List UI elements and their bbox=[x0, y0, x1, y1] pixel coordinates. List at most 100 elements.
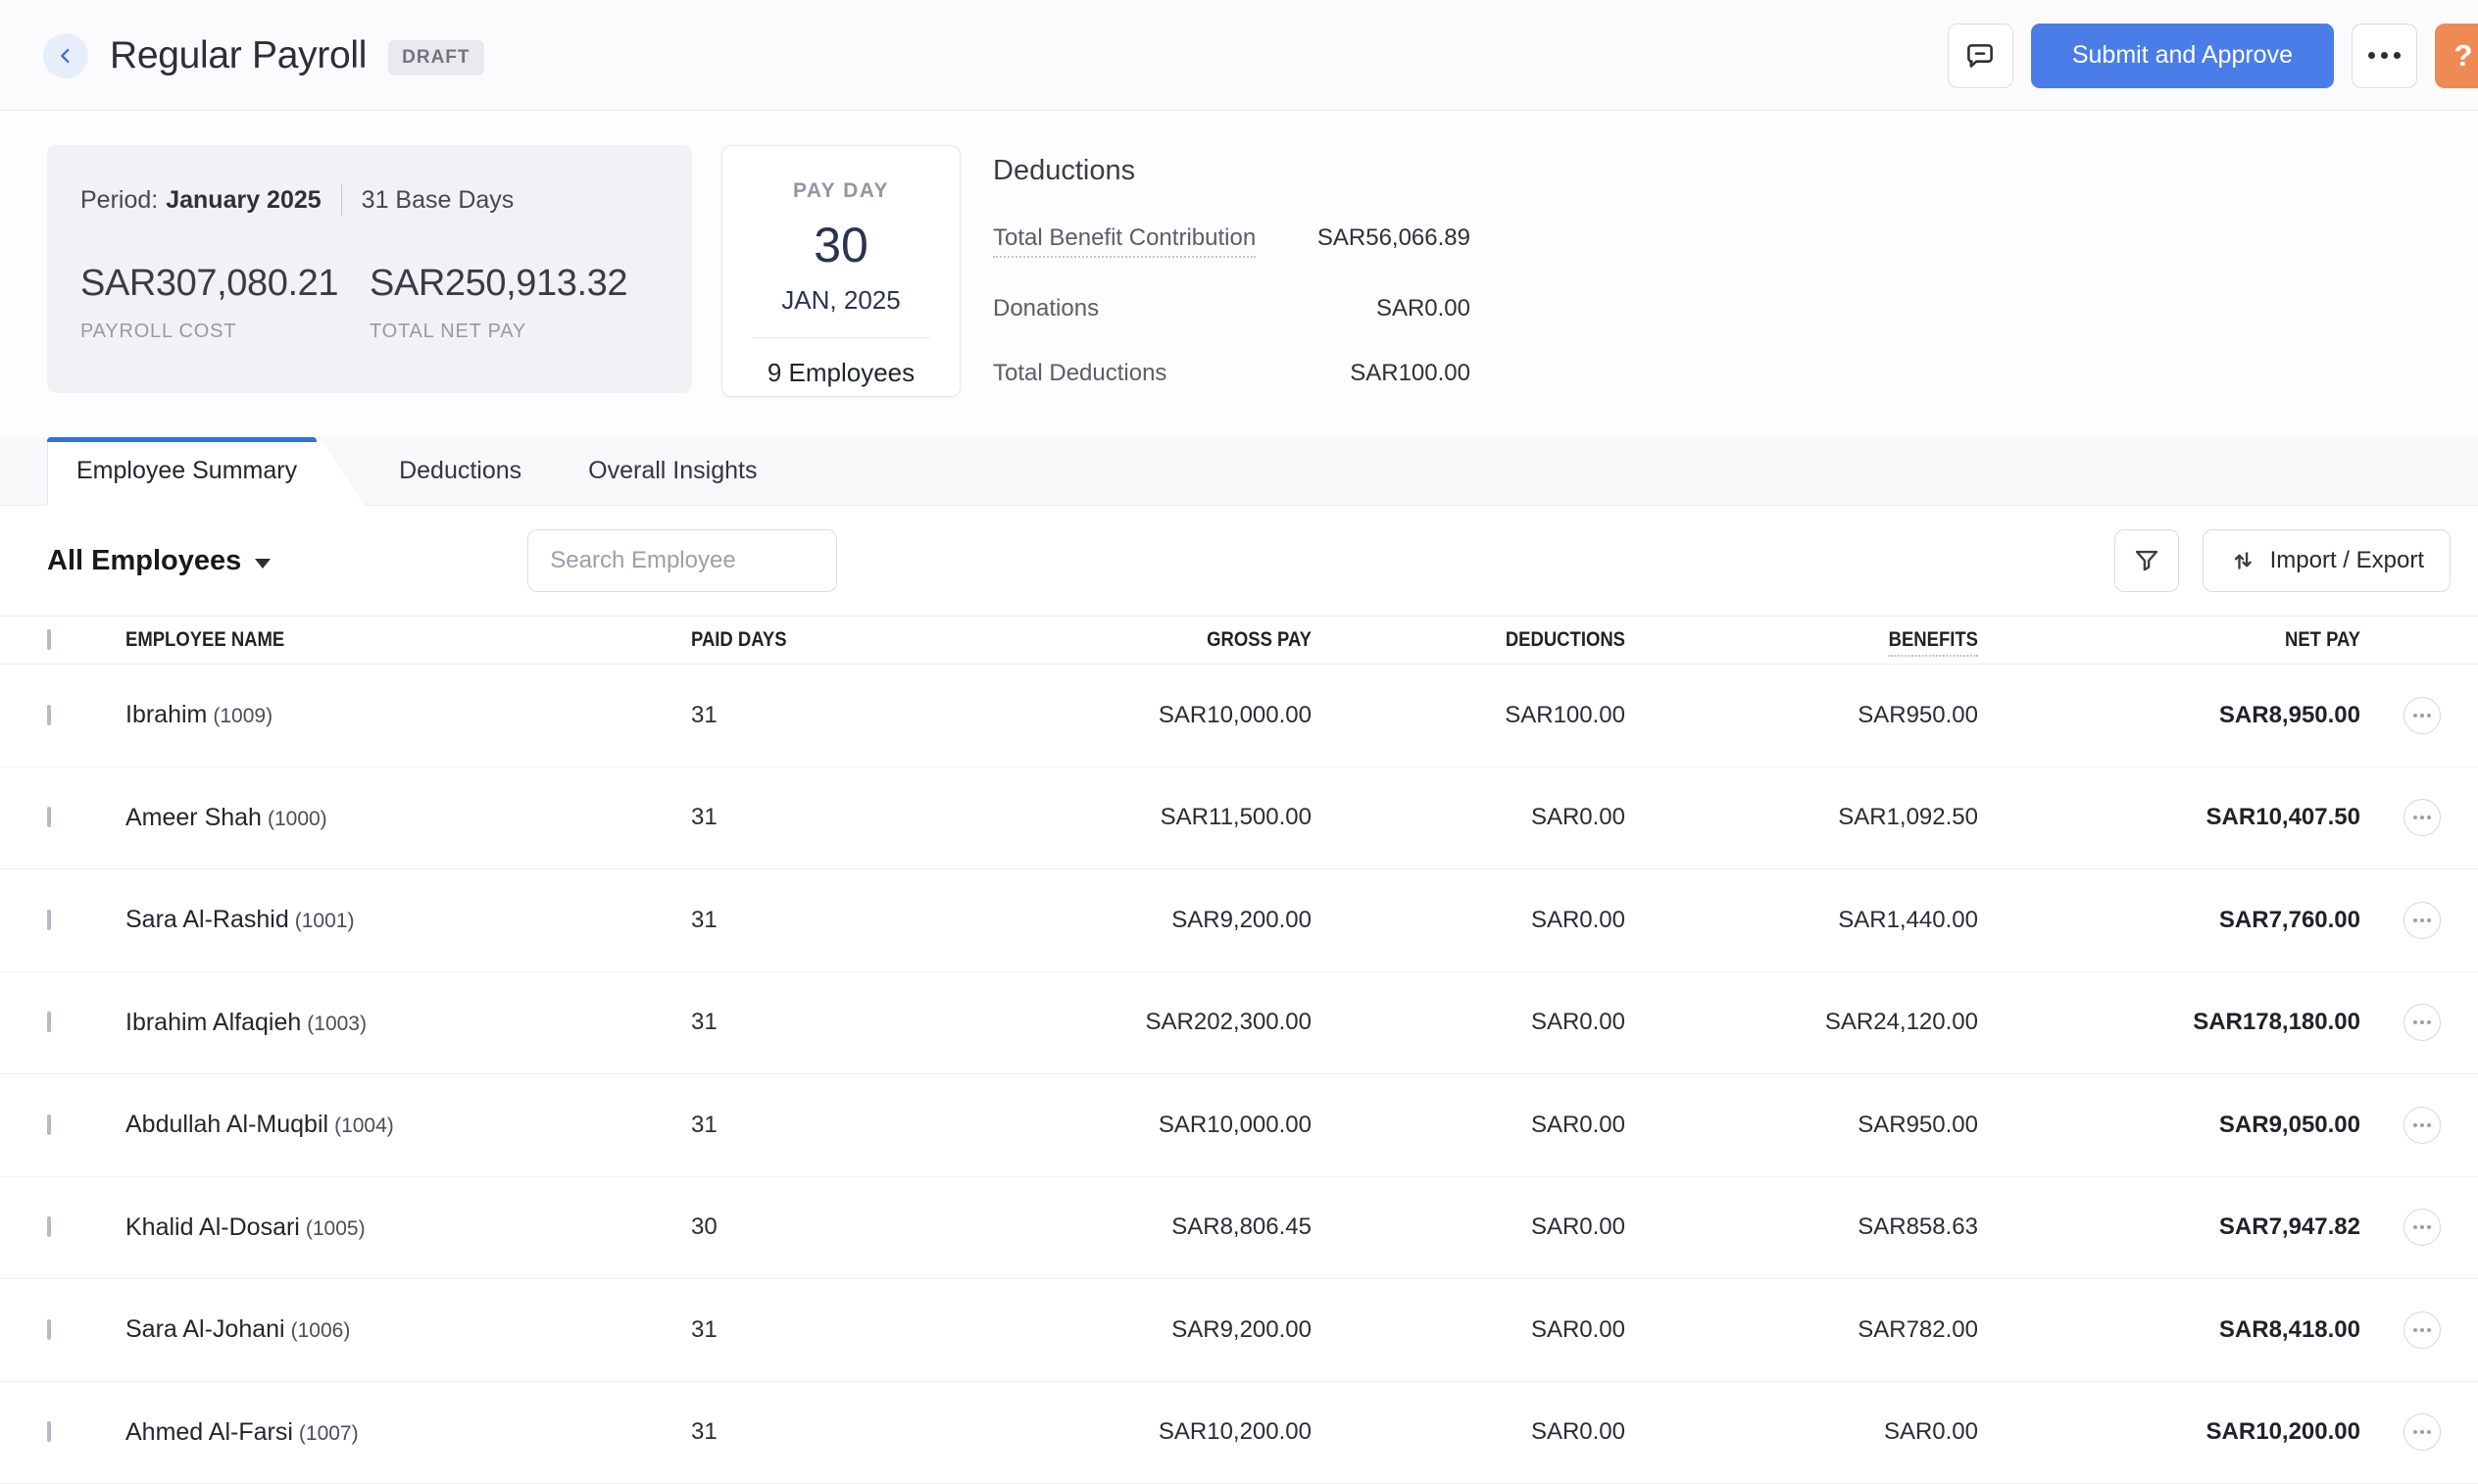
import-export-button[interactable]: Import / Export bbox=[2203, 529, 2451, 592]
column-benefits[interactable]: BENEFITS bbox=[1667, 628, 1978, 652]
payday-card: PAY DAY 30 JAN, 2025 9 Employees bbox=[721, 145, 961, 397]
chevron-left-icon bbox=[55, 45, 76, 67]
row-actions-button[interactable] bbox=[2404, 1413, 2441, 1451]
employee-name-link[interactable]: Ibrahim Alfaqieh bbox=[125, 1009, 301, 1036]
comments-button[interactable] bbox=[1948, 24, 2013, 88]
row-actions-button[interactable] bbox=[2404, 1311, 2441, 1349]
deductions-cell: SAR0.00 bbox=[1312, 907, 1625, 934]
row-checkbox[interactable] bbox=[47, 807, 51, 827]
period-label: Period: bbox=[80, 186, 158, 215]
employee-name-link[interactable]: Ahmed Al-Farsi bbox=[125, 1418, 293, 1446]
net-pay-cell: SAR7,760.00 bbox=[1978, 907, 2360, 934]
total-deductions-value: SAR100.00 bbox=[1350, 360, 1470, 387]
more-options-button[interactable] bbox=[2352, 24, 2417, 88]
deductions-cell: SAR100.00 bbox=[1312, 702, 1625, 729]
period-value: January 2025 bbox=[166, 186, 321, 215]
employee-name-link[interactable]: Khalid Al-Dosari bbox=[125, 1213, 300, 1241]
import-export-icon bbox=[2229, 547, 2256, 574]
paid-days-cell: 31 bbox=[635, 1316, 890, 1344]
net-pay-cell: SAR7,947.82 bbox=[1978, 1213, 2360, 1241]
row-checkbox[interactable] bbox=[47, 705, 51, 725]
net-pay-cell: SAR9,050.00 bbox=[1978, 1112, 2360, 1139]
row-checkbox[interactable] bbox=[47, 1216, 51, 1237]
payday-day: 30 bbox=[722, 217, 960, 273]
divider bbox=[341, 184, 342, 216]
gross-pay-cell: SAR10,000.00 bbox=[890, 702, 1312, 729]
total-net-pay-value: SAR250,913.32 bbox=[370, 263, 659, 305]
employee-filter-dropdown[interactable]: All Employees bbox=[47, 545, 271, 577]
table-toolbar: All Employees Import / Export bbox=[0, 506, 2478, 616]
deductions-summary: Deductions Total Benefit Contribution SA… bbox=[993, 145, 1470, 387]
paid-days-cell: 31 bbox=[635, 1418, 890, 1446]
table-row: Khalid Al-Dosari(1005) 30 SAR8,806.45 SA… bbox=[0, 1177, 2478, 1280]
back-button[interactable] bbox=[43, 33, 88, 78]
benefits-cell: SAR24,120.00 bbox=[1625, 1009, 1978, 1036]
employee-name-link[interactable]: Sara Al-Johani bbox=[125, 1315, 285, 1343]
row-checkbox[interactable] bbox=[47, 1012, 51, 1032]
row-checkbox[interactable] bbox=[47, 1319, 51, 1340]
submit-and-approve-button[interactable]: Submit and Approve bbox=[2031, 24, 2334, 88]
row-actions-button[interactable] bbox=[2404, 1107, 2441, 1144]
employee-id: (1000) bbox=[268, 808, 327, 830]
column-gross-pay: GROSS PAY bbox=[941, 628, 1312, 652]
period-card: Period: January 2025 31 Base Days SAR307… bbox=[47, 145, 692, 393]
tab-deductions[interactable]: Deductions bbox=[366, 437, 555, 505]
row-actions-button[interactable] bbox=[2404, 1209, 2441, 1246]
benefits-cell: SAR858.63 bbox=[1625, 1213, 1978, 1241]
column-paid-days: PAID DAYS bbox=[691, 628, 787, 652]
total-benefit-contribution-label[interactable]: Total Benefit Contribution bbox=[993, 224, 1256, 258]
payroll-cost-label: PAYROLL COST bbox=[80, 321, 370, 343]
comment-icon bbox=[1963, 39, 1997, 73]
row-checkbox[interactable] bbox=[47, 1114, 51, 1135]
paid-days-cell: 31 bbox=[635, 1009, 890, 1036]
filter-button[interactable] bbox=[2114, 529, 2179, 592]
paid-days-cell: 31 bbox=[635, 907, 890, 934]
payroll-cost-value: SAR307,080.21 bbox=[80, 263, 370, 305]
employee-name-link[interactable]: Sara Al-Rashid bbox=[125, 906, 289, 933]
gross-pay-cell: SAR202,300.00 bbox=[890, 1009, 1312, 1036]
table-row: Sara Al-Rashid(1001) 31 SAR9,200.00 SAR0… bbox=[0, 869, 2478, 972]
paid-days-cell: 30 bbox=[635, 1213, 890, 1241]
help-button[interactable]: ? bbox=[2435, 24, 2478, 88]
ellipsis-icon bbox=[2413, 714, 2417, 717]
paid-days-cell: 31 bbox=[635, 702, 890, 729]
employee-name-link[interactable]: Abdullah Al-Muqbil bbox=[125, 1111, 328, 1138]
row-actions-button[interactable] bbox=[2404, 697, 2441, 734]
row-actions-button[interactable] bbox=[2404, 1004, 2441, 1041]
net-pay-cell: SAR10,200.00 bbox=[1978, 1418, 2360, 1446]
total-deductions-label: Total Deductions bbox=[993, 360, 1166, 387]
benefits-cell: SAR1,092.50 bbox=[1625, 804, 1978, 831]
divider bbox=[752, 337, 930, 338]
net-pay-cell: SAR8,950.00 bbox=[1978, 702, 2360, 729]
gross-pay-cell: SAR9,200.00 bbox=[890, 1316, 1312, 1344]
benefits-cell: SAR782.00 bbox=[1625, 1316, 1978, 1344]
deductions-cell: SAR0.00 bbox=[1312, 1213, 1625, 1241]
table-row: Sara Al-Johani(1006) 31 SAR9,200.00 SAR0… bbox=[0, 1279, 2478, 1382]
employee-summary-panel: All Employees Import / Export bbox=[0, 506, 2478, 1484]
employee-name-link[interactable]: Ibrahim bbox=[125, 701, 207, 728]
employee-search[interactable] bbox=[527, 529, 837, 592]
net-pay-cell: SAR10,407.50 bbox=[1978, 804, 2360, 831]
total-benefit-contribution-value: SAR56,066.89 bbox=[1317, 224, 1470, 252]
tab-employee-summary[interactable]: Employee Summary bbox=[47, 437, 366, 505]
gross-pay-cell: SAR8,806.45 bbox=[890, 1213, 1312, 1241]
payday-label: PAY DAY bbox=[722, 179, 960, 203]
row-actions-button[interactable] bbox=[2404, 902, 2441, 939]
ellipsis-icon bbox=[2413, 918, 2417, 922]
gross-pay-cell: SAR9,200.00 bbox=[890, 907, 1312, 934]
search-input[interactable] bbox=[550, 547, 854, 574]
row-checkbox[interactable] bbox=[47, 1421, 51, 1442]
select-all-checkbox[interactable] bbox=[47, 629, 51, 650]
employee-name-link[interactable]: Ameer Shah bbox=[125, 804, 262, 831]
caret-down-icon bbox=[255, 559, 271, 569]
ellipsis-icon bbox=[2413, 1020, 2417, 1024]
gross-pay-cell: SAR10,000.00 bbox=[890, 1112, 1312, 1139]
row-actions-button[interactable] bbox=[2404, 799, 2441, 836]
benefits-cell: SAR950.00 bbox=[1625, 702, 1978, 729]
row-checkbox[interactable] bbox=[47, 910, 51, 930]
net-pay-cell: SAR8,418.00 bbox=[1978, 1316, 2360, 1344]
tab-overall-insights[interactable]: Overall Insights bbox=[555, 437, 790, 505]
payroll-run-page: Regular Payroll DRAFT Submit and Approve… bbox=[0, 0, 2478, 1459]
benefits-cell: SAR950.00 bbox=[1625, 1112, 1978, 1139]
table-row: Abdullah Al-Muqbil(1004) 31 SAR10,000.00… bbox=[0, 1074, 2478, 1177]
